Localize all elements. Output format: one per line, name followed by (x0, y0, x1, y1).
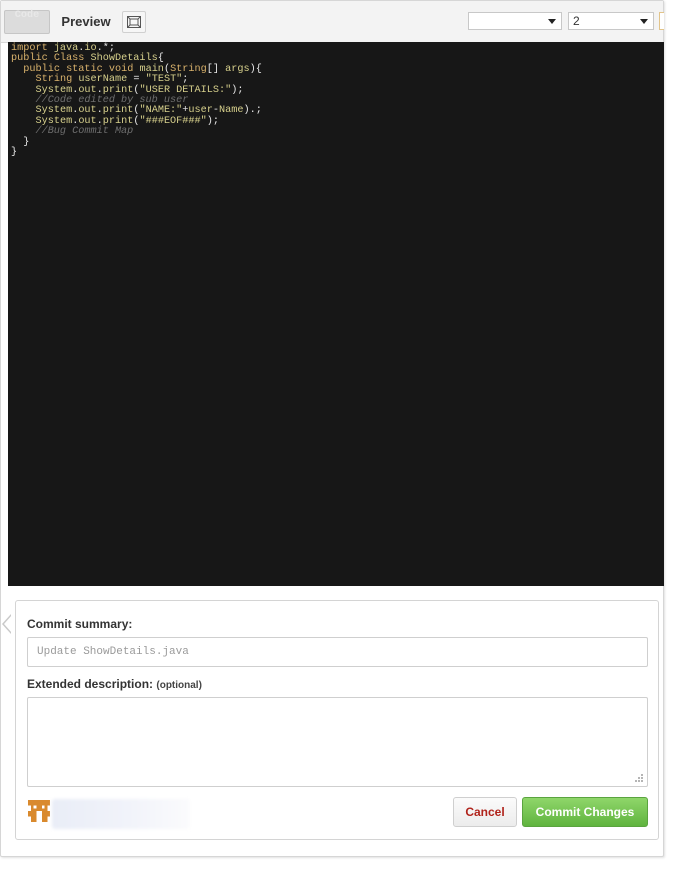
extended-description-text: Extended description: (27, 677, 154, 691)
commit-summary-input[interactable] (27, 637, 648, 667)
tab-code[interactable]: Code (4, 10, 50, 34)
extended-description-textarea[interactable] (27, 697, 648, 787)
cancel-button[interactable]: Cancel (453, 797, 517, 827)
avatar (28, 800, 50, 822)
code-editor[interactable]: import java.io.*; public Class ShowDetail… (8, 42, 664, 586)
mode-select[interactable] (468, 12, 562, 30)
fullscreen-icon (127, 16, 141, 28)
indent-select-value: 2 (573, 14, 580, 28)
chevron-down-icon (548, 19, 556, 24)
commit-form: Commit summary: Extended description: (o… (15, 600, 659, 840)
commit-summary-label: Commit summary: (27, 617, 133, 631)
tab-preview[interactable]: Preview (53, 10, 119, 34)
wrap-select-partial[interactable] (659, 12, 664, 30)
optional-hint: (optional) (156, 680, 202, 691)
indent-select[interactable]: 2 (568, 12, 654, 30)
chevron-down-icon (640, 19, 648, 24)
code-line: } (23, 136, 30, 148)
resize-grip-icon[interactable] (635, 774, 643, 782)
username-redacted (52, 799, 190, 829)
code-content: import java.io.*; public Class ShowDetail… (8, 42, 664, 158)
extended-description-label: Extended description: (optional) (27, 677, 202, 691)
code-line: } (11, 146, 18, 158)
code-line: //Bug Commit Map (35, 126, 134, 138)
fullscreen-button[interactable] (122, 11, 146, 33)
editor-toolbar: Code Preview 2 (1, 1, 664, 43)
commit-changes-button[interactable]: Commit Changes (522, 797, 648, 827)
